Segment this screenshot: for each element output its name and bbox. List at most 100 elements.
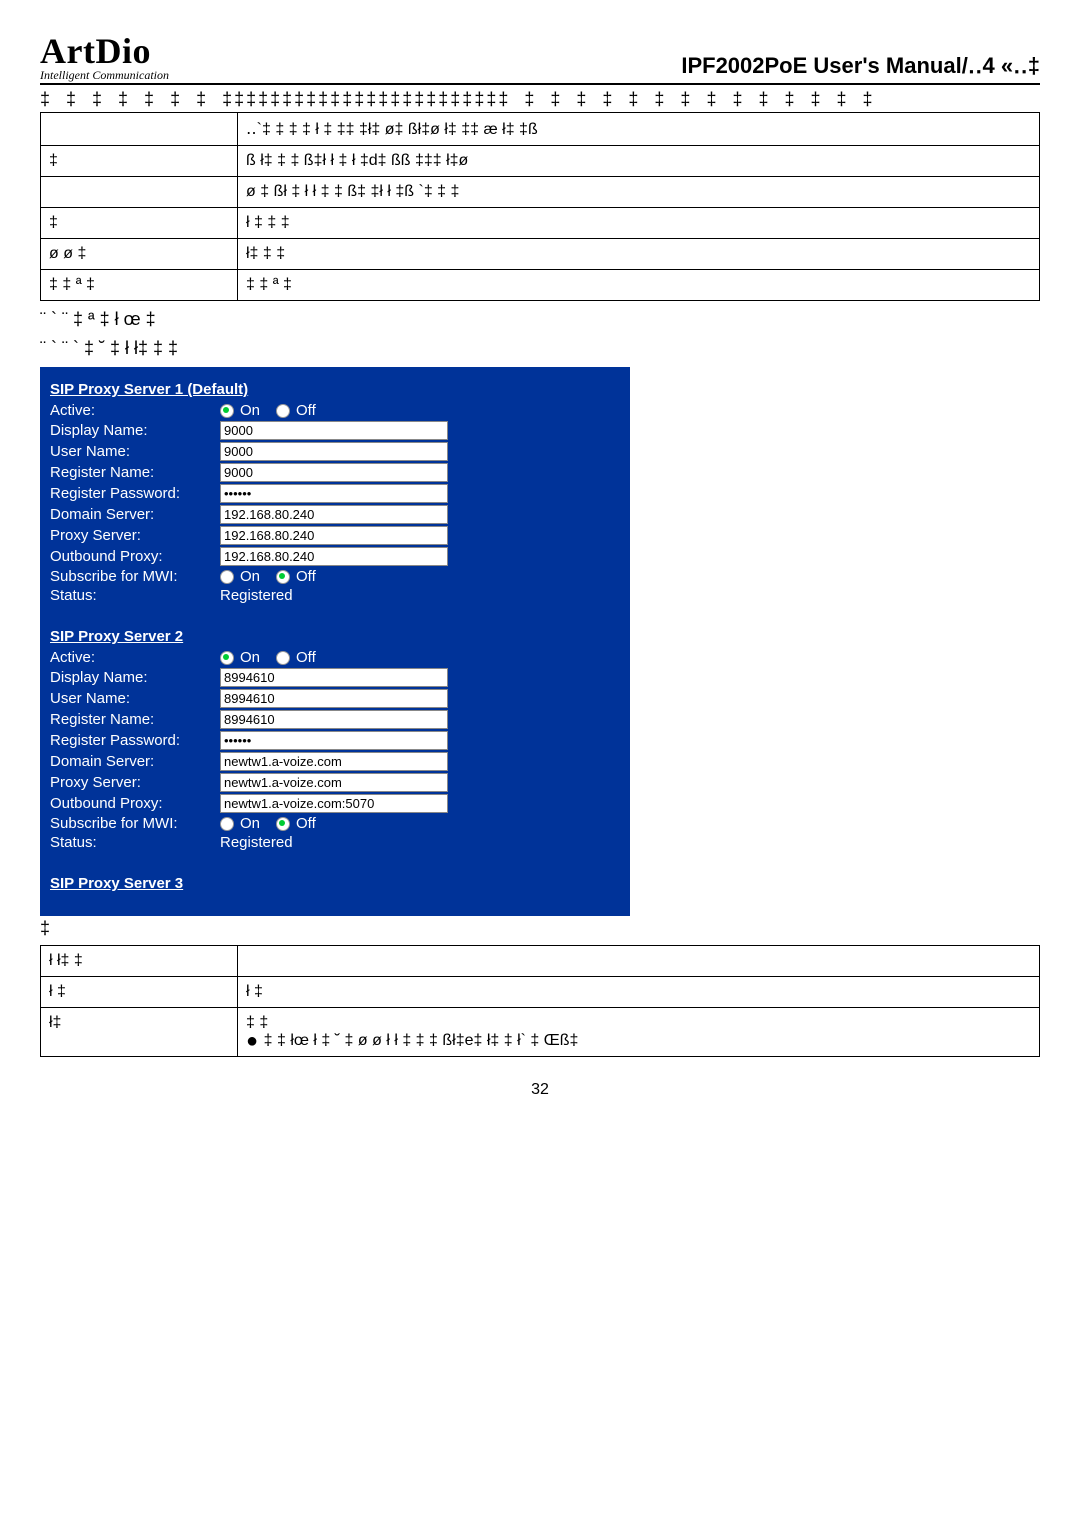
domain-server-row: Domain Server: <box>50 752 620 771</box>
active-row: Active:OnOff <box>50 649 620 666</box>
table1-cell-left: ø ø ‡ <box>41 239 238 270</box>
table2-row: ł ł‡ ‡ <box>41 946 1040 977</box>
user-name-row-label: User Name: <box>50 443 220 460</box>
register-password-input-1[interactable] <box>220 484 448 503</box>
table1-cell-left: ‡ <box>41 146 238 177</box>
radio-dot[interactable] <box>220 651 234 665</box>
register-name-row-label: Register Name: <box>50 711 220 728</box>
table1-cell-right: ø ‡ ßł ‡ ł ł ‡ ‡ ß‡ ‡ł ł ‡ß `‡ ‡ ‡ <box>238 177 1040 208</box>
active-row-label: Active: <box>50 402 220 419</box>
domain-server-input-1[interactable] <box>220 505 448 524</box>
radio-dot[interactable] <box>220 817 234 831</box>
active-radio-1[interactable]: On Off <box>220 402 328 419</box>
table1-cell-right: ‡ ‡ ª ‡ <box>238 270 1040 301</box>
sip-server-2-title: SIP Proxy Server 2 <box>50 628 620 645</box>
domain-server-row-label: Domain Server: <box>50 506 220 523</box>
register-password-row-label: Register Password: <box>50 485 220 502</box>
table2-cell-left: ł ł‡ ‡ <box>41 946 238 977</box>
mwi-radio-1[interactable]: OnOff <box>220 568 328 585</box>
register-name-input-2[interactable] <box>220 710 448 729</box>
proxy-server-input-2[interactable] <box>220 773 448 792</box>
register-password-row: Register Password: <box>50 731 620 750</box>
table1-cell-left <box>41 113 238 146</box>
table2-cell-right: ł ‡ <box>238 977 1040 1008</box>
register-name-row-label: Register Name: <box>50 464 220 481</box>
active-row-label: Active: <box>50 649 220 666</box>
sip-server-1-title: SIP Proxy Server 1 (Default) <box>50 381 620 398</box>
page-number: 32 <box>40 1081 1040 1099</box>
table2-row: ł‡‡ ‡● ‡ ‡ łœ ł ‡ ˘ ‡ ø ø ł ł ‡ ‡ ‡ ßł‡e… <box>41 1008 1040 1057</box>
table1-row: ‥`‡ ‡ ‡ ‡ ł ‡ ‡‡ ‡ł‡ ø‡ ßł‡ø ł‡ ‡‡ æ ł‡ … <box>41 113 1040 146</box>
subscribe-mwi-row: Subscribe for MWI:OnOff <box>50 568 620 585</box>
radio-dot[interactable] <box>276 817 290 831</box>
radio-dot[interactable] <box>276 651 290 665</box>
note-line-2: ¨ ` ¨ ` ‡ ˘ ‡ ł ł‡ ‡ ‡ <box>40 338 1040 359</box>
domain-server-row: Domain Server: <box>50 505 620 524</box>
user-name-row: User Name: <box>50 442 620 461</box>
table1-cell-right: ł‡ ‡ ‡ <box>238 239 1040 270</box>
subscribe-mwi-row-label: Subscribe for MWI: <box>50 815 220 832</box>
table1-cell-right: ł ‡ ‡ ‡ <box>238 208 1040 239</box>
table1-cell-left <box>41 177 238 208</box>
status-row-label: Status: <box>50 587 220 604</box>
table2-row: ł ‡ł ‡ <box>41 977 1040 1008</box>
table1-cell-right: ß ł‡ ‡ ‡ ß‡ł ł ‡ ł ‡d‡ ßß ‡‡‡ ł‡ø <box>238 146 1040 177</box>
note-line-1: ¨ ` ¨ ‡ ª ‡ ł œ ‡ <box>40 309 1040 330</box>
page-header: ArtDio Intelligent Communication IPF2002… <box>40 30 1040 85</box>
logo-text: ArtDio <box>40 30 169 72</box>
active-row: Active: On Off <box>50 402 620 419</box>
display-name-input-2[interactable] <box>220 668 448 687</box>
register-name-input-1[interactable] <box>220 463 448 482</box>
outbound-proxy-row: Outbound Proxy: <box>50 794 620 813</box>
user-name-input-2[interactable] <box>220 689 448 708</box>
display-name-row-label: Display Name: <box>50 422 220 439</box>
note-lines: ¨ ` ¨ ‡ ª ‡ ł œ ‡ ¨ ` ¨ ` ‡ ˘ ‡ ł ł‡ ‡ ‡ <box>40 309 1040 359</box>
subscribe-mwi-row: Subscribe for MWI:OnOff <box>50 815 620 832</box>
radio-label: On <box>240 568 260 585</box>
user-name-row: User Name: <box>50 689 620 708</box>
outbound-proxy-input-1[interactable] <box>220 547 448 566</box>
info-table-2: ł ł‡ ‡ł ‡ł ‡ł‡‡ ‡● ‡ ‡ łœ ł ‡ ˘ ‡ ø ø ł … <box>40 945 1040 1057</box>
proxy-server-row: Proxy Server: <box>50 773 620 792</box>
radio-label: Off <box>296 649 316 666</box>
display-name-input-1[interactable] <box>220 421 448 440</box>
register-password-row-label: Register Password: <box>50 732 220 749</box>
table1-row: ‡ ‡ ª ‡‡ ‡ ª ‡ <box>41 270 1040 301</box>
proxy-server-row-label: Proxy Server: <box>50 774 220 791</box>
radio-label: Off <box>296 402 316 419</box>
domain-server-input-2[interactable] <box>220 752 448 771</box>
sip-server-3-title: SIP Proxy Server 3 <box>50 875 620 892</box>
table2-cell-left: ł‡ <box>41 1008 238 1057</box>
outbound-proxy-row-label: Outbound Proxy: <box>50 795 220 812</box>
radio-dot[interactable] <box>276 570 290 584</box>
proxy-server-row-label: Proxy Server: <box>50 527 220 544</box>
subscribe-mwi-row-label: Subscribe for MWI: <box>50 568 220 585</box>
table2-cell-right <box>238 946 1040 977</box>
proxy-server-input-1[interactable] <box>220 526 448 545</box>
register-name-row: Register Name: <box>50 463 620 482</box>
info-table-1: ‥`‡ ‡ ‡ ‡ ł ‡ ‡‡ ‡ł‡ ø‡ ßł‡ø ł‡ ‡‡ æ ł‡ … <box>40 112 1040 301</box>
domain-server-row-label: Domain Server: <box>50 753 220 770</box>
table1-cell-right: ‥`‡ ‡ ‡ ‡ ł ‡ ‡‡ ‡ł‡ ø‡ ßł‡ø ł‡ ‡‡ æ ł‡ … <box>238 113 1040 146</box>
table2-cell-right: ‡ ‡● ‡ ‡ łœ ł ‡ ˘ ‡ ø ø ł ł ‡ ‡ ‡ ßł‡e‡ … <box>238 1008 1040 1057</box>
radio-label: On <box>240 815 260 832</box>
outbound-proxy-row: Outbound Proxy: <box>50 547 620 566</box>
logo: ArtDio Intelligent Communication <box>40 30 169 83</box>
user-name-input-1[interactable] <box>220 442 448 461</box>
table1-row: ‡ß ł‡ ‡ ‡ ß‡ł ł ‡ ł ‡d‡ ßß ‡‡‡ ł‡ø <box>41 146 1040 177</box>
mwi-radio-2[interactable]: OnOff <box>220 815 328 832</box>
display-name-row: Display Name: <box>50 421 620 440</box>
radio-dot[interactable] <box>276 404 290 418</box>
table1-row: ø ø ‡ł‡ ‡ ‡ <box>41 239 1040 270</box>
status-row: Status:Registered <box>50 587 620 604</box>
user-name-row-label: User Name: <box>50 690 220 707</box>
active-radio-2[interactable]: OnOff <box>220 649 328 666</box>
table2-cell-left: ł ‡ <box>41 977 238 1008</box>
radio-label: On <box>240 402 260 419</box>
logo-subtext: Intelligent Communication <box>40 68 169 83</box>
register-password-input-2[interactable] <box>220 731 448 750</box>
radio-dot[interactable] <box>220 570 234 584</box>
outbound-proxy-input-2[interactable] <box>220 794 448 813</box>
radio-dot[interactable] <box>220 404 234 418</box>
bullet-icon: ● <box>246 1030 264 1052</box>
